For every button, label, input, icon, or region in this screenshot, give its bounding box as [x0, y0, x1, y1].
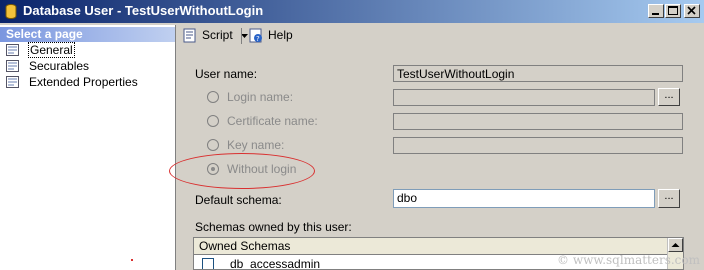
login-name-label: Login name:: [227, 90, 294, 104]
user-name-field: TestUserWithoutLogin: [393, 65, 683, 82]
schemas-owned-label: Schemas owned by this user:: [195, 220, 352, 234]
default-schema-input[interactable]: dbo: [393, 189, 655, 208]
maximize-button[interactable]: [665, 4, 681, 18]
chevron-down-icon: [241, 34, 248, 38]
login-name-field[interactable]: [393, 89, 655, 106]
minimize-icon: [652, 13, 659, 15]
user-name-label: User name:: [195, 67, 258, 81]
certificate-name-label: Certificate name:: [227, 114, 318, 128]
default-schema-browse-button[interactable]: ...: [658, 189, 680, 208]
svg-text:?: ?: [256, 35, 260, 43]
sidebar-item-label: General: [28, 42, 75, 58]
maximize-icon: [668, 6, 678, 15]
page-icon: [6, 76, 19, 88]
login-name-radio[interactable]: [207, 91, 219, 103]
close-icon: [687, 6, 696, 15]
script-icon: [183, 28, 196, 43]
toolbar-separator: [241, 28, 242, 44]
select-page-header: Select a page: [0, 27, 175, 42]
watermark: © www.sqlmatters.com: [557, 253, 701, 267]
select-page-title: Select a page: [6, 27, 83, 41]
sidebar-item-label: Extended Properties: [29, 75, 138, 89]
grid-header-label: Owned Schemas: [199, 239, 291, 253]
login-name-browse-button[interactable]: ...: [658, 88, 680, 106]
red-dot: [131, 259, 133, 261]
certificate-name-radio[interactable]: [207, 115, 219, 127]
certificate-name-field[interactable]: [393, 113, 683, 130]
page-icon: [6, 44, 19, 56]
title-bar: Database User - TestUserWithoutLogin: [0, 0, 704, 23]
close-button[interactable]: [684, 4, 700, 18]
key-name-radio[interactable]: [207, 139, 219, 151]
help-icon: ?: [249, 28, 262, 43]
help-label: Help: [268, 28, 293, 42]
key-name-label: Key name:: [227, 138, 285, 152]
schema-checkbox[interactable]: [202, 258, 214, 269]
highlight-ellipse: [169, 153, 315, 189]
key-name-field[interactable]: [393, 137, 683, 154]
page-icon: [6, 60, 19, 72]
script-label: Script: [202, 28, 233, 42]
schema-name: db_accessadmin: [230, 257, 321, 270]
database-icon: [5, 4, 17, 19]
sidebar-item-label: Securables: [29, 59, 90, 73]
default-schema-label: Default schema:: [195, 193, 282, 207]
scroll-up-button[interactable]: [668, 238, 683, 252]
window-title: Database User - TestUserWithoutLogin: [23, 3, 264, 18]
select-page-pane: Select a page General Securables Extende…: [0, 25, 176, 270]
toolbar: Script ? Help: [177, 25, 704, 47]
minimize-button[interactable]: [648, 4, 664, 18]
chevron-up-icon: [671, 243, 680, 247]
